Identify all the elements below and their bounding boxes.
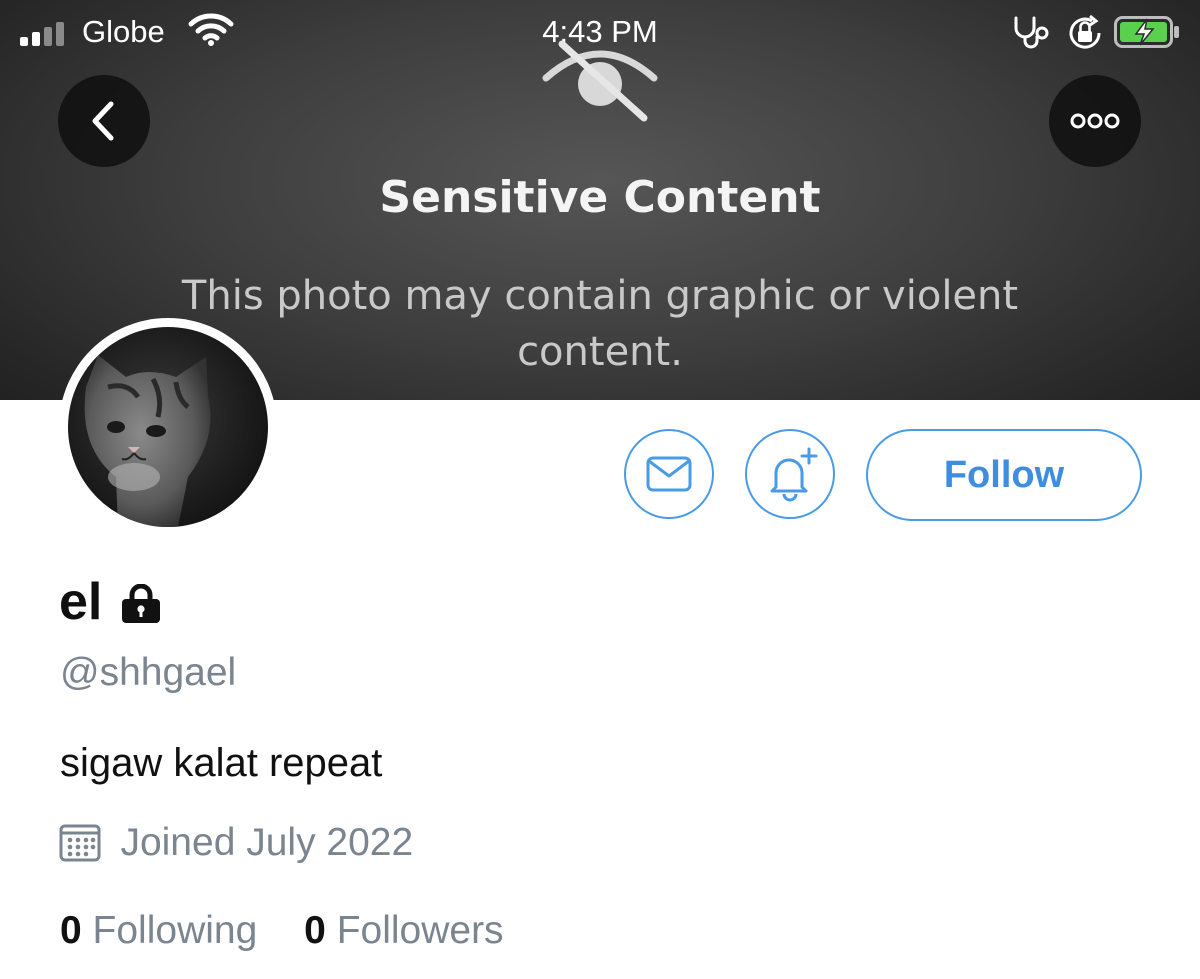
- avatar-image: [68, 327, 268, 527]
- message-button[interactable]: [624, 429, 714, 519]
- avatar[interactable]: [59, 318, 277, 536]
- following-count: 0: [60, 909, 82, 952]
- profile-bio: sigaw kalat repeat: [60, 741, 383, 785]
- more-options-icon: [1070, 113, 1120, 129]
- sensitive-content-title: Sensitive Content: [379, 172, 821, 223]
- follow-button[interactable]: Follow: [866, 429, 1142, 521]
- back-arrow-icon: [92, 101, 114, 141]
- joined-date: Joined July 2022: [120, 821, 414, 864]
- eye-off-icon: [542, 40, 658, 122]
- battery-icon: [1114, 16, 1179, 48]
- calendar-icon: [59, 824, 101, 862]
- bell-plus-icon: [770, 447, 818, 502]
- mail-icon: [646, 456, 692, 492]
- following-label: Following: [92, 909, 258, 952]
- lock-icon: [121, 584, 160, 623]
- profile-handle: @shhgael: [60, 651, 237, 694]
- profile-name-row: el: [59, 572, 163, 632]
- more-options-button[interactable]: [1049, 75, 1141, 167]
- followers-count: 0: [304, 909, 326, 952]
- joined-date-row: Joined July 2022: [56, 818, 413, 868]
- followers-label: Followers: [336, 909, 504, 952]
- stethoscope-icon: [1014, 16, 1049, 49]
- following-stat[interactable]: 0 Following: [60, 907, 257, 955]
- notifications-button[interactable]: [745, 429, 835, 519]
- profile-name: el: [59, 573, 103, 631]
- back-button[interactable]: [58, 75, 150, 167]
- sensitive-content-description: This photo may contain graphic or violen…: [181, 273, 1019, 375]
- followers-stat[interactable]: 0 Followers: [304, 907, 503, 955]
- follow-stats: 0 Following 0 Followers: [60, 907, 504, 955]
- rotation-lock-icon: [1069, 14, 1101, 49]
